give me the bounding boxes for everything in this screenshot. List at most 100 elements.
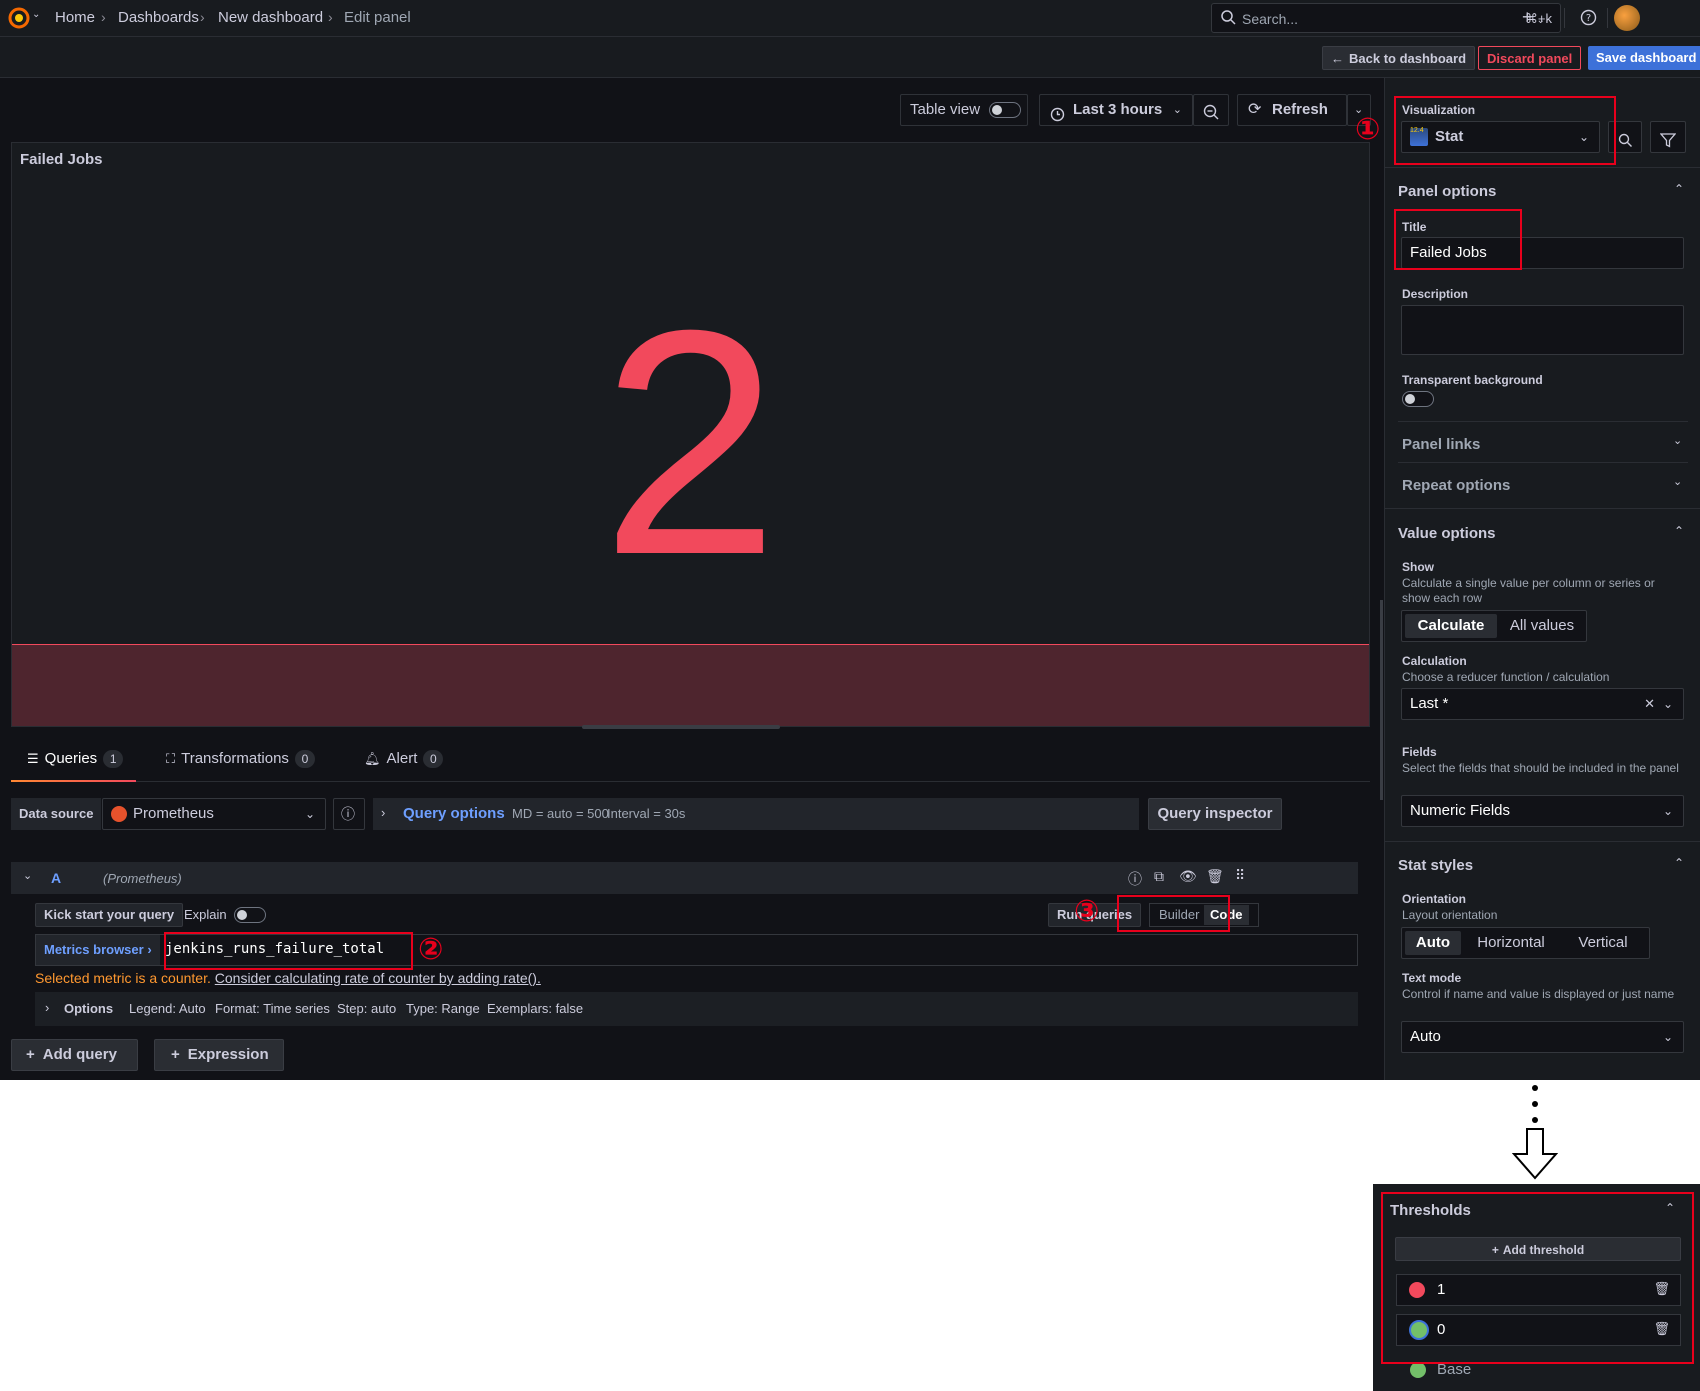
calculation-description: Choose a reducer function / calculation <box>1402 670 1610 684</box>
calculation-select[interactable]: Last * ✕ ⌄ <box>1401 688 1684 720</box>
max-data-points-info: MD = auto = 500 <box>512 806 609 821</box>
search-input[interactable]: Search... ⌘+k <box>1211 3 1561 33</box>
fields-select[interactable]: Numeric Fields ⌄ <box>1401 795 1684 827</box>
chevron-down-icon: ⌄ <box>1662 1030 1673 1044</box>
annotation-marker-3: ③ <box>1074 895 1100 928</box>
query-inspector-button[interactable]: Query inspector <box>1148 798 1282 830</box>
duplicate-icon[interactable]: ⧉ <box>1154 868 1164 885</box>
svg-text:?: ? <box>1586 13 1591 24</box>
discard-panel-button[interactable]: Discard panel <box>1478 46 1582 70</box>
zoom-out-button[interactable] <box>1193 94 1229 126</box>
repeat-options-section[interactable]: Repeat options <box>1402 477 1510 494</box>
text-mode-description: Control if name and value is displayed o… <box>1402 987 1675 1001</box>
chevron-down-icon[interactable]: ⌄ <box>1673 475 1682 488</box>
avatar[interactable] <box>1614 5 1640 31</box>
grafana-logo-icon[interactable] <box>8 7 30 29</box>
save-dashboard-button[interactable]: Save dashboard <box>1588 46 1700 70</box>
tab-transformations-count: 0 <box>294 750 315 768</box>
panel-links-section[interactable]: Panel links <box>1402 436 1480 453</box>
panel-options-title[interactable]: Panel options <box>1398 183 1496 200</box>
kick-start-query-button[interactable]: Kick start your query <box>35 903 184 927</box>
eye-icon[interactable]: 👁︎ <box>1179 868 1197 885</box>
search-icon <box>1618 129 1633 159</box>
calculation-label: Calculation <box>1402 654 1467 668</box>
help-icon[interactable]: ⓘ <box>1128 869 1142 889</box>
chevron-up-icon[interactable]: ⌃ <box>1674 524 1684 538</box>
breadcrumb-separator-icon: › <box>328 9 333 25</box>
prometheus-logo-icon <box>111 806 127 822</box>
help-icon[interactable]: ? <box>1580 9 1597 29</box>
table-view-switch[interactable] <box>989 102 1021 118</box>
transparent-background-toggle[interactable] <box>1402 391 1434 407</box>
chevron-down-icon[interactable]: ⌄ <box>32 9 40 20</box>
show-calculate-option[interactable]: Calculate <box>1405 614 1497 638</box>
counter-warning-text: Selected metric is a counter. <box>35 970 211 986</box>
filter-options-button[interactable] <box>1650 121 1686 153</box>
table-view-toggle[interactable]: Table view <box>900 94 1028 126</box>
datasource-help-button[interactable]: ⓘ <box>333 798 365 830</box>
base-threshold-color-swatch[interactable] <box>1410 1362 1426 1378</box>
stat-styles-title[interactable]: Stat styles <box>1398 857 1473 874</box>
show-all-values-option[interactable]: All values <box>1499 614 1585 638</box>
breadcrumb-new-dashboard[interactable]: New dashboard <box>218 9 323 26</box>
explain-toggle[interactable] <box>234 907 266 923</box>
tab-transformations[interactable]: ⛶ Transformations 0 <box>166 750 315 768</box>
help-icon: ⓘ <box>341 806 355 822</box>
query-ref-id[interactable]: A <box>51 870 61 886</box>
options-label: Options <box>64 1001 114 1016</box>
query-options-toggle[interactable]: › Query options MD = auto = 500 Interval… <box>373 798 1139 830</box>
chevron-down-icon: ⌄ <box>304 807 315 821</box>
tab-transformations-label: Transformations <box>181 750 289 767</box>
refresh-icon: ⟳ <box>1248 101 1262 118</box>
add-query-button[interactable]: + Add query <box>11 1039 138 1071</box>
query-tabs: ☰ Queries 1 ⛶ Transformations 0 🔔︎ Alert 0 <box>11 740 1370 782</box>
expression-label: Expression <box>187 1046 269 1063</box>
clear-icon[interactable]: ✕ <box>1644 689 1655 719</box>
chevron-down-icon[interactable]: ⌄ <box>1673 434 1682 447</box>
query-options-summary[interactable]: › Options Legend: Auto Format: Time seri… <box>35 992 1358 1026</box>
panel-resize-handle[interactable] <box>582 725 780 729</box>
chevron-down-icon: ⌄ <box>1662 804 1673 818</box>
refresh-button[interactable]: ⟳ Refresh <box>1237 94 1347 126</box>
calculation-value: Last * <box>1410 695 1449 712</box>
trash-icon[interactable]: 🗑︎ <box>1206 868 1224 885</box>
collapse-chevron-icon[interactable]: ⌄ <box>23 869 32 882</box>
drag-handle-icon[interactable]: ⠿ <box>1235 867 1245 884</box>
sidebar-splitter[interactable] <box>1380 600 1383 800</box>
description-textarea[interactable] <box>1401 305 1684 355</box>
sparkline-area <box>12 644 1369 726</box>
tab-alert[interactable]: 🔔︎ Alert 0 <box>364 750 444 768</box>
tab-queries[interactable]: ☰ Queries 1 <box>27 750 124 768</box>
sidebar-divider <box>1385 508 1700 509</box>
back-to-dashboard-button[interactable]: ← Back to dashboard <box>1322 46 1476 70</box>
text-mode-select[interactable]: Auto ⌄ <box>1401 1021 1684 1053</box>
breadcrumb-dashboards[interactable]: Dashboards <box>118 9 199 26</box>
datasource-label: Data source <box>11 798 102 830</box>
metrics-browser-button[interactable]: Metrics browser › <box>36 935 160 965</box>
orientation-horizontal-option[interactable]: Horizontal <box>1464 931 1558 955</box>
orientation-vertical-option[interactable]: Vertical <box>1560 931 1646 955</box>
chevron-up-icon[interactable]: ⌃ <box>1674 856 1684 870</box>
show-radio-group: Calculate All values <box>1401 610 1587 642</box>
plus-icon: + <box>26 1046 35 1063</box>
orientation-label: Orientation <box>1402 892 1467 906</box>
tab-queries-count: 1 <box>103 750 124 768</box>
add-expression-button[interactable]: + Expression <box>154 1039 284 1071</box>
add-rate-link[interactable]: Consider calculating rate of counter by … <box>215 970 541 986</box>
add-new-icon[interactable]: + ⌄ <box>1522 7 1545 28</box>
query-row-header[interactable]: ⌄ A (Prometheus) ⓘ ⧉ 👁︎ 🗑︎ ⠿ <box>11 862 1358 894</box>
search-icon <box>1220 9 1236 28</box>
nav-divider <box>1607 8 1608 28</box>
interval-info: Interval = 30s <box>607 806 686 821</box>
text-mode-value: Auto <box>1410 1028 1441 1045</box>
breadcrumb-home[interactable]: Home <box>55 9 95 26</box>
query-datasource-name: (Prometheus) <box>103 871 182 886</box>
filter-icon <box>1659 129 1677 159</box>
chevron-up-icon[interactable]: ⌃ <box>1674 182 1684 196</box>
fields-description: Select the fields that should be include… <box>1402 761 1679 775</box>
time-range-label: Last 3 hours <box>1073 101 1163 118</box>
orientation-auto-option[interactable]: Auto <box>1405 931 1461 955</box>
time-range-picker[interactable]: Last 3 hours ⌄ <box>1039 94 1193 126</box>
value-options-title[interactable]: Value options <box>1398 525 1496 542</box>
datasource-picker[interactable]: Prometheus ⌄ <box>102 798 326 830</box>
